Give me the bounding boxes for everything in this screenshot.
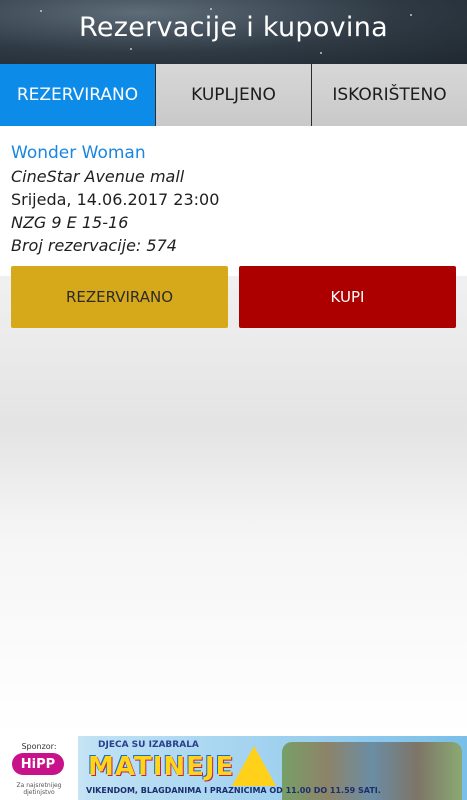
tab-iskoristeno[interactable]: ISKORIŠTENO <box>312 64 467 126</box>
reserved-button[interactable]: REZERVIRANO <box>11 266 228 328</box>
sponsor-box: Sponzor: HiPP Za najsretnijeg djetinjstv… <box>0 736 78 800</box>
star-mascot-icon <box>232 746 276 786</box>
tab-rezervirano[interactable]: REZERVIRANO <box>0 64 156 126</box>
seat-info: NZG 9 E 15-16 <box>11 213 129 232</box>
ad-banner[interactable]: Sponzor: HiPP Za najsretnijeg djetinjstv… <box>0 736 467 800</box>
cinema-name: CineStar Avenue mall <box>11 167 185 186</box>
sponsor-label: Sponzor: <box>21 742 57 751</box>
star-decoration <box>130 48 132 50</box>
reservation-list: Wonder Woman CineStar Avenue mall Srijed… <box>0 126 467 736</box>
movie-title[interactable]: Wonder Woman <box>11 142 219 165</box>
ad-bottom-text: VIKENDOM, BLAGDANIMA I PRAZNICIMA OD 11.… <box>86 786 381 795</box>
app-header: Rezervacije i kupovina <box>0 0 467 64</box>
tab-bar: REZERVIRANO KUPLJENO ISKORIŠTENO <box>0 64 467 126</box>
reservation-number: Broj rezervacije: 574 <box>11 236 177 255</box>
ad-brand: MATINEJE <box>88 752 235 782</box>
page-title: Rezervacije i kupovina <box>78 12 388 43</box>
hipp-logo-icon: HiPP <box>12 753 64 775</box>
showtime: Srijeda, 14.06.2017 23:00 <box>11 190 220 209</box>
star-decoration <box>320 52 322 54</box>
ad-top-text: DJECA SU IZABRALA <box>98 740 199 750</box>
star-decoration <box>210 8 212 10</box>
buy-button[interactable]: KUPI <box>239 266 456 328</box>
sponsor-tagline: Za najsretnijeg djetinjstvo <box>16 782 62 796</box>
reservation-card: Wonder Woman CineStar Avenue mall Srijed… <box>11 142 219 257</box>
tab-kupljeno[interactable]: KUPLJENO <box>156 64 312 126</box>
